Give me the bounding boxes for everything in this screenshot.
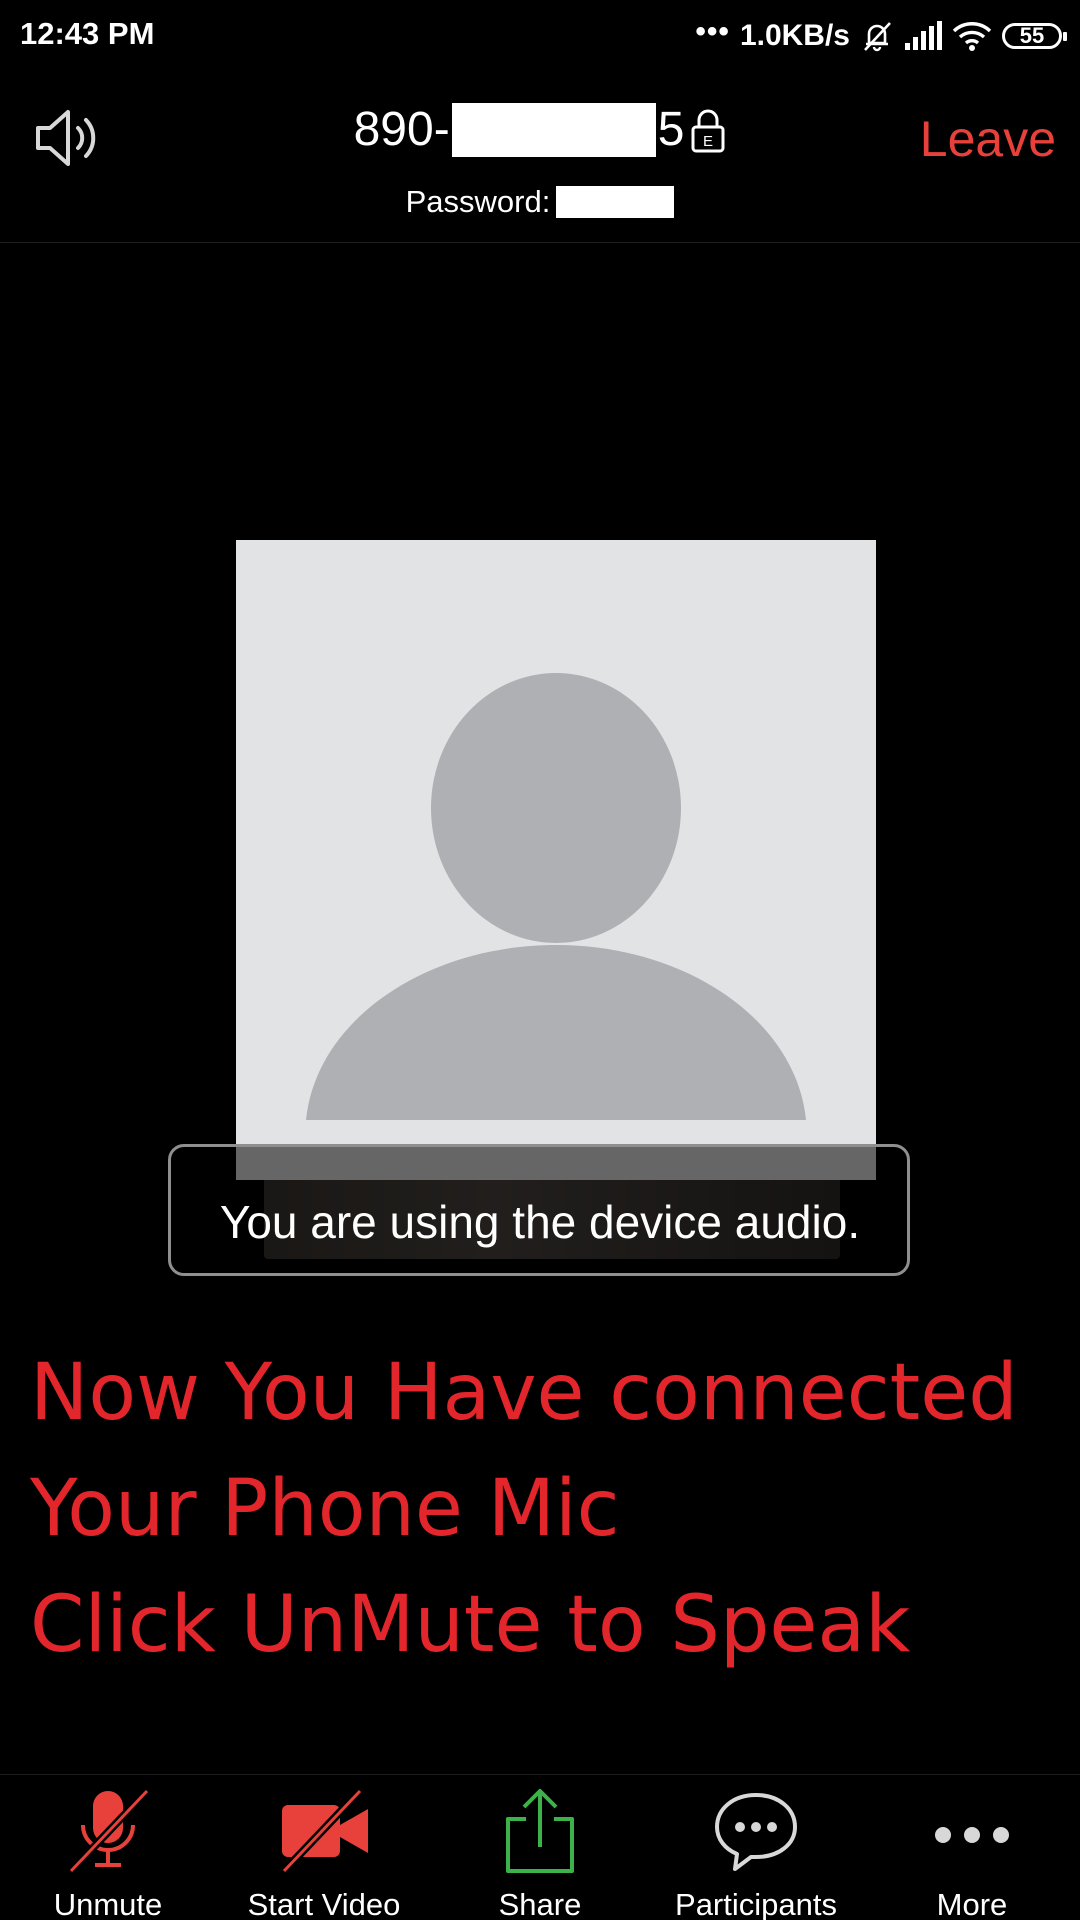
status-time: 12:43 PM [20,16,155,51]
overlay-line-3: Click UnMute to Speak [30,1580,911,1670]
unmute-label: Unmute [53,1887,163,1920]
password-redaction [556,186,675,218]
start-video-button[interactable]: Start Video [216,1775,432,1920]
password-row: Password: [0,184,1080,220]
share-label: Share [498,1887,582,1920]
audio-toast-text: You are using the device audio. [219,1196,861,1248]
meeting-toolbar: Unmute Start Video Share Participants Mo… [0,1774,1080,1920]
more-label: More [936,1887,1008,1920]
avatar-placeholder-icon [236,540,876,1180]
meeting-id-redaction [451,102,656,157]
battery-level: 55 [1019,23,1045,48]
meeting-header: 890- 5 E Password: Leave [0,72,1080,243]
status-icons: ••• 1.0KB/s 55 [695,14,1067,58]
overlay-line-2: Your Phone Mic [30,1464,620,1554]
signal-icon [905,21,942,50]
bell-off-icon [864,22,891,52]
more-button[interactable]: More [864,1775,1080,1920]
unmute-button[interactable]: Unmute [0,1775,216,1920]
password-label: Password: [405,184,551,219]
chat-bubble-icon [715,1793,797,1871]
battery-indicator: 55 [1002,23,1067,49]
mic-off-icon [68,1788,150,1874]
participants-label: Participants [675,1887,837,1920]
leave-button[interactable]: Leave [920,110,1056,168]
overlay-line-1: Now You Have connected [30,1348,1018,1438]
share-button[interactable]: Share [432,1775,648,1920]
tutorial-overlay: Now You Have connected Your Phone Mic Cl… [30,1335,1018,1683]
status-bar: 12:43 PM ••• 1.0KB/s 55 [0,0,1080,72]
svg-text:E: E [703,133,713,150]
network-speed: 1.0KB/s [739,19,850,52]
video-off-icon [281,1788,368,1874]
share-icon [506,1789,574,1873]
participants-button[interactable]: Participants [648,1775,864,1920]
video-area: You are using the device audio. Now You … [0,243,1080,1773]
lock-icon: E [691,109,725,152]
start-video-label: Start Video [247,1887,401,1920]
more-dots-icon [935,1827,1009,1843]
notification-dots: ••• [695,15,730,48]
meeting-id-suffix: 5 [657,103,685,156]
zoom-meeting-screen: 12:43 PM ••• 1.0KB/s 55 890- 5 E Passwor… [0,0,1080,1920]
wifi-icon [952,22,992,51]
meeting-id-prefix: 890- [353,103,450,156]
participant-avatar-card [236,540,876,1180]
meeting-id: 890- 5 E [0,102,1080,162]
